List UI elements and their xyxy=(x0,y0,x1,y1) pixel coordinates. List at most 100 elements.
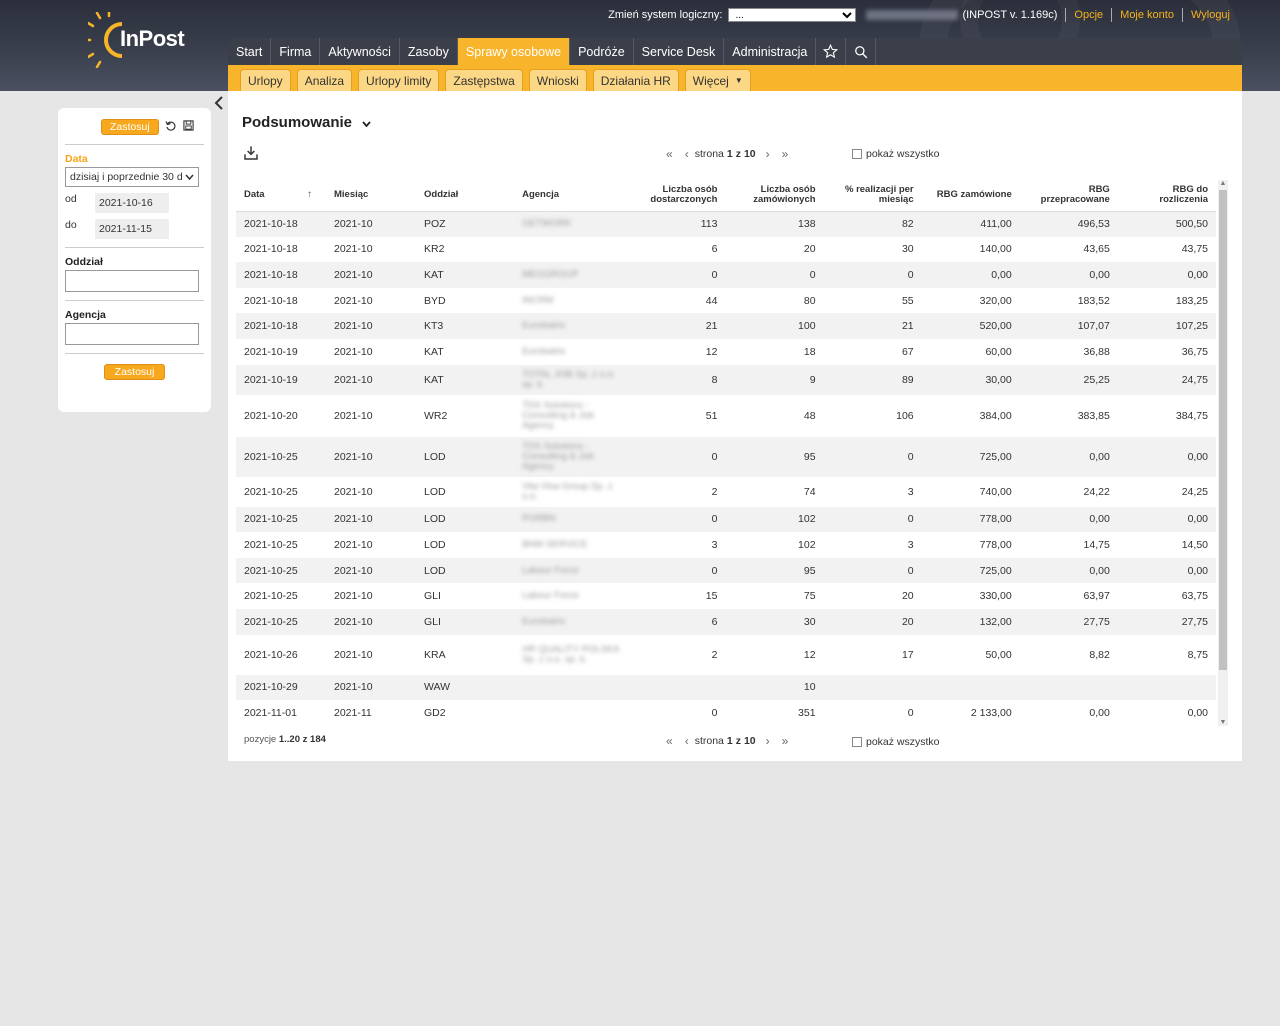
table-cell: BYD xyxy=(424,294,446,307)
table-cell: 2021-10 xyxy=(334,320,373,333)
subnav-zastepstwa[interactable]: Zastępstwa xyxy=(445,69,523,91)
scroll-up-arrow-icon[interactable]: ▲ xyxy=(1218,180,1228,187)
show-all-checkbox[interactable] xyxy=(852,149,862,159)
table-row[interactable]: 2021-10-18 2021-10 BYD INCRM 44 80 55 320,00 183… xyxy=(236,288,1216,314)
nav-firma[interactable]: Firma xyxy=(271,38,321,65)
next-page-button[interactable]: › xyxy=(766,734,770,748)
nav-zasoby[interactable]: Zasoby xyxy=(400,38,458,65)
nav-administracja[interactable]: Administracja xyxy=(724,38,817,65)
column-header-rbg-settle[interactable]: RBG do rozliczenia xyxy=(1117,179,1216,212)
page-current: 1 xyxy=(726,735,733,747)
nav-start[interactable]: Start xyxy=(228,38,272,65)
column-header-oddzial[interactable]: Oddział xyxy=(416,179,515,212)
collapse-sidebar-button[interactable] xyxy=(214,96,228,112)
table-cell: 0 xyxy=(907,450,914,463)
first-page-button[interactable]: « xyxy=(666,147,673,161)
table-row[interactable]: 2021-10-18 2021-10 KAT MEGGROUP 0 0 0 0,00 0,00 0… xyxy=(236,262,1216,288)
prev-page-button[interactable]: ‹ xyxy=(685,734,689,748)
reset-filters-button[interactable] xyxy=(165,120,177,135)
scrollbar-thumb[interactable] xyxy=(1219,190,1227,670)
table-row[interactable]: 2021-10-25 2021-10 GLI Labour Force 15 75 20 33… xyxy=(236,583,1216,609)
apply-filters-button[interactable]: Zastosuj xyxy=(101,119,159,135)
subnav-urlopy-limity[interactable]: Urlopy limity xyxy=(358,69,440,91)
table-cell: 50,00 xyxy=(985,648,1012,661)
table-cell: 0,00 xyxy=(1187,513,1208,526)
table-row[interactable]: 2021-10-18 2021-10 POZ GETWORK 113 138 82 411,0… xyxy=(236,211,1216,237)
page-of: z xyxy=(735,735,741,747)
table-cell: 0,00 xyxy=(1187,706,1208,719)
nav-podroze[interactable]: Podróże xyxy=(570,38,634,65)
inpost-logo[interactable]: InPost xyxy=(83,9,198,69)
date-to-field[interactable]: 2021-11-15 xyxy=(95,219,169,239)
scroll-down-arrow-icon[interactable]: ▼ xyxy=(1218,719,1228,726)
table-row[interactable]: 2021-11-01 2021-11 GD2 0 351 0 2 133,00 0,00 0,0… xyxy=(236,700,1216,726)
column-header-data[interactable]: Data ↑ xyxy=(236,179,326,212)
show-all-bottom[interactable]: pokaż wszystko xyxy=(852,736,940,748)
table-row[interactable]: 2021-10-25 2021-10 LOD BNM SERVICE 3 102 3 778,… xyxy=(236,532,1216,558)
nav-service-desk[interactable]: Service Desk xyxy=(634,38,725,65)
subnav-wnioski[interactable]: Wnioski xyxy=(528,69,587,91)
subnav-more[interactable]: Więcej ▼ xyxy=(684,69,751,91)
last-page-button[interactable]: » xyxy=(782,147,789,161)
date-from-field[interactable]: 2021-10-16 xyxy=(95,193,169,213)
table-row[interactable]: 2021-10-20 2021-10 WR2 TDS Solutions - Cons… xyxy=(236,395,1216,437)
prev-page-button[interactable]: ‹ xyxy=(685,147,689,161)
table-cell: 8,82 xyxy=(1089,648,1110,661)
table-row[interactable]: 2021-10-18 2021-10 KT3 Eurobatrix 21 100 21 520… xyxy=(236,313,1216,339)
table-cell: 89 xyxy=(901,373,914,386)
table-cell: GETWORK xyxy=(522,218,572,230)
save-filters-button[interactable] xyxy=(183,120,194,134)
first-page-button[interactable]: « xyxy=(666,734,673,748)
table-cell: 2 133,00 xyxy=(970,706,1012,719)
my-account-link[interactable]: Moje konto xyxy=(1120,9,1174,21)
table-cell: 21 xyxy=(705,320,718,333)
export-button[interactable] xyxy=(243,145,259,161)
agency-filter-input[interactable] xyxy=(65,323,199,345)
table-row[interactable]: 2021-10-29 2021-10 WAW 10 xyxy=(236,674,1216,701)
table-cell: Eurobatrix xyxy=(522,615,566,627)
subnav-analiza[interactable]: Analiza xyxy=(296,69,353,91)
logout-link[interactable]: Wyloguj xyxy=(1191,9,1230,21)
column-header-miesiac[interactable]: Miesiąc xyxy=(326,179,416,212)
column-header-agencja[interactable]: Agencja xyxy=(514,179,630,212)
table-row[interactable]: 2021-10-19 2021-10 KAT Eurobatrix 12 18 67 60,0… xyxy=(236,339,1216,365)
table-cell: 2 xyxy=(711,485,718,498)
table-cell: 330,00 xyxy=(979,590,1012,603)
table-scrollbar[interactable]: ▲ ▼ xyxy=(1218,180,1228,726)
logical-system-select[interactable]: ... xyxy=(728,8,857,22)
table-row[interactable]: 2021-10-25 2021-10 LOD Labour Force 0 95 0 725,… xyxy=(236,557,1216,584)
divider xyxy=(65,300,204,301)
column-header-rbg-worked[interactable]: RBG przepracowane xyxy=(1019,179,1118,212)
table-cell: 0,00 xyxy=(1089,706,1110,719)
favorites-button[interactable] xyxy=(816,38,847,65)
apply-filters-bottom-button[interactable]: Zastosuj xyxy=(103,364,166,380)
table-row[interactable]: 2021-10-26 2021-10 KRA HR QUALITY POLSKA Sp… xyxy=(236,635,1216,675)
subnav-urlopy[interactable]: Urlopy xyxy=(240,69,291,91)
table-row[interactable]: 2021-10-18 2021-10 KR2 6 20 30 140,00 43,65 43,7… xyxy=(236,237,1216,263)
date-range-select[interactable]: dzisiaj i poprzednie 30 d xyxy=(65,167,199,187)
show-all-top[interactable]: pokaż wszystko xyxy=(852,148,940,160)
column-header-rbg-ordered[interactable]: RBG zamówione xyxy=(921,179,1020,212)
show-all-checkbox[interactable] xyxy=(852,737,862,747)
table-row[interactable]: 2021-10-25 2021-10 LOD Vita Visa Group Sp. … xyxy=(236,477,1216,507)
last-page-button[interactable]: » xyxy=(782,734,789,748)
table-cell: 2021-10 xyxy=(334,564,373,577)
nav-aktywnosci[interactable]: Aktywności xyxy=(320,38,400,65)
next-page-button[interactable]: › xyxy=(766,147,770,161)
table-cell: 2021-10-29 xyxy=(244,681,298,694)
search-button[interactable] xyxy=(846,38,877,65)
table-cell: 138 xyxy=(798,218,816,231)
column-header-delivered[interactable]: Liczba osób dostarczonych xyxy=(629,179,726,212)
column-header-ordered[interactable]: Liczba osób zamówionych xyxy=(725,179,824,212)
column-header-realization[interactable]: % realizacji per miesiąc xyxy=(823,179,922,212)
page-title[interactable]: Podsumowanie xyxy=(242,114,371,131)
table-row[interactable]: 2021-10-19 2021-10 KAT TOTAL JOB Sp. z o.o.… xyxy=(236,364,1216,395)
branch-filter-input[interactable] xyxy=(65,270,199,292)
table-row[interactable]: 2021-10-25 2021-10 LOD TDS Solutions - Cons… xyxy=(236,436,1216,477)
subnav-dzialania-hr[interactable]: Działania HR xyxy=(592,69,679,91)
table-row[interactable]: 2021-10-25 2021-10 LOD PORBN 0 102 0 778,00 0,00… xyxy=(236,506,1216,533)
table-row[interactable]: 2021-10-25 2021-10 GLI Eurobatrix 6 30 20 132,0… xyxy=(236,608,1216,635)
options-link[interactable]: Opcje xyxy=(1074,9,1103,21)
nav-sprawy-osobowe[interactable]: Sprawy osobowe xyxy=(457,38,571,65)
table-cell: 51 xyxy=(705,409,718,422)
